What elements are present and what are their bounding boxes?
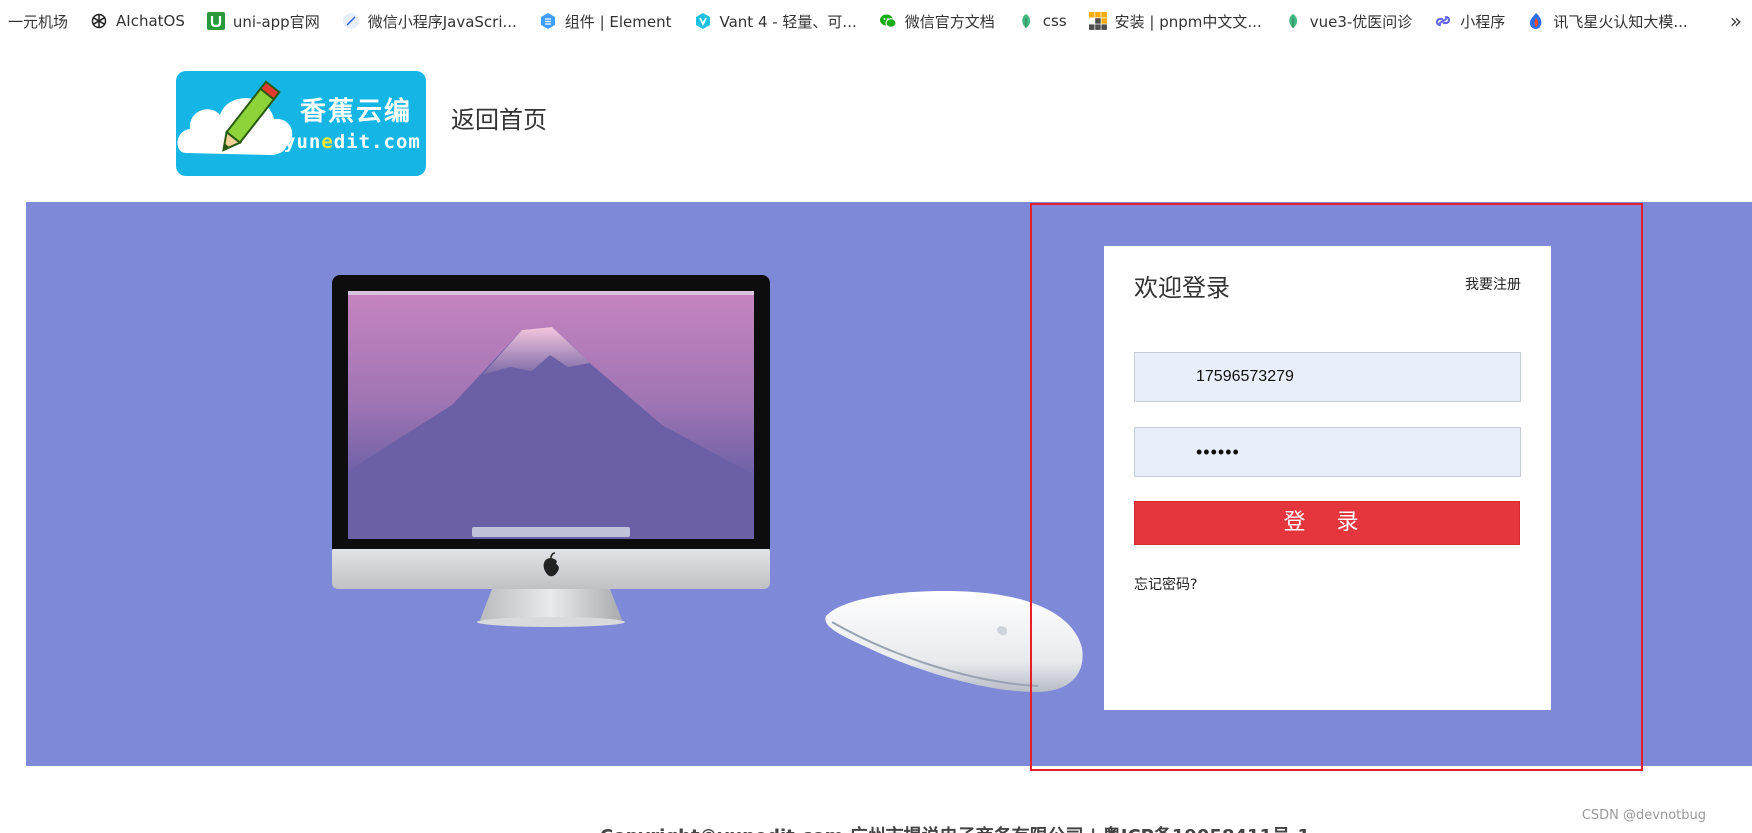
bookmark-label: css	[1042, 12, 1067, 30]
spark-icon	[1527, 12, 1545, 30]
imac-illustration	[332, 275, 770, 627]
bookmark-vant[interactable]: Vant 4 - 轻量、可...	[694, 0, 857, 42]
login-card: 欢迎登录 我要注册 17596573279 •••••• 登 录 忘记密码?	[1104, 246, 1551, 710]
bookmark-label: AIchatOS	[116, 12, 185, 30]
bookmark-label: 组件 | Element	[564, 12, 672, 31]
mouse-illustration	[825, 591, 1083, 692]
pnpm-icon	[1088, 12, 1107, 30]
forgot-password-link[interactable]: 忘记密码?	[1134, 574, 1197, 594]
site-header: 香蕉云编 yunedit.com 返回首页	[0, 42, 1752, 202]
site-logo[interactable]: 香蕉云编 yunedit.com	[176, 71, 426, 176]
bookmark-pnpm[interactable]: 安装 | pnpm中文文...	[1088, 0, 1262, 42]
password-field[interactable]: ••••••	[1134, 427, 1521, 477]
link-icon	[1434, 12, 1452, 30]
username-field[interactable]: 17596573279	[1134, 352, 1521, 402]
login-button[interactable]: 登 录	[1134, 501, 1520, 545]
bookmarks-overflow-button[interactable]: »	[1730, 0, 1742, 42]
bookmark-label: 安装 | pnpm中文文...	[1114, 12, 1262, 31]
username-value: 17596573279	[1196, 368, 1294, 385]
login-title: 欢迎登录	[1134, 274, 1230, 302]
bookmarks-bar: 一元机场 AIchatOS uni-app官网 微信小程序JavaScri...…	[0, 0, 1752, 42]
mouse-image	[824, 586, 1086, 698]
logo-url: yunedit.com	[284, 131, 421, 153]
element-icon	[539, 12, 557, 30]
register-link[interactable]: 我要注册	[1465, 274, 1521, 294]
logo-title: 香蕉云编	[300, 97, 413, 127]
bookmark-aichatos[interactable]: AIchatOS	[90, 0, 185, 42]
uniapp-icon	[206, 12, 225, 30]
bookmark-label: Vant 4 - 轻量、可...	[719, 12, 857, 31]
bookmark-label: 微信小程序JavaScri...	[367, 12, 517, 31]
bookmark-label: uni-app官网	[232, 12, 320, 31]
wechat-icon	[879, 12, 897, 30]
imac-image	[332, 275, 770, 630]
bookmark-wechat-docs[interactable]: 微信官方文档	[879, 0, 995, 42]
password-value: ••••••	[1196, 442, 1240, 462]
bookmark-label: 小程序	[1460, 12, 1506, 31]
bookmark-css[interactable]: css	[1017, 0, 1067, 42]
logo-url-highlight: e	[321, 131, 334, 153]
back-home-link[interactable]: 返回首页	[451, 100, 547, 135]
logo-url-part: yun	[284, 131, 322, 153]
bookmark-uniapp[interactable]: uni-app官网	[206, 0, 320, 42]
bookmark-wx-js[interactable]: 微信小程序JavaScri...	[342, 0, 517, 42]
vant-icon	[694, 12, 712, 30]
bookmark-element[interactable]: 组件 | Element	[539, 0, 672, 42]
bookmark-vue3[interactable]: vue3-优医问诊	[1284, 0, 1413, 42]
openai-icon	[90, 12, 108, 30]
leaf-icon	[1017, 12, 1035, 30]
leaf-icon	[1284, 12, 1302, 30]
compass-icon	[342, 12, 360, 30]
bookmark-xunfei[interactable]: 讯飞星火认知大模...	[1527, 0, 1688, 42]
page: 一元机场 AIchatOS uni-app官网 微信小程序JavaScri...…	[0, 0, 1752, 833]
bookmark-label: 一元机场	[8, 12, 69, 31]
bookmark-miniprogram[interactable]: 小程序	[1434, 0, 1505, 42]
bookmark-label: vue3-优医问诊	[1309, 12, 1413, 31]
csdn-watermark: CSDN @devnotbug	[1581, 808, 1706, 823]
footer-copyright: Copyright©yunedit.com 广州市提说电子商务有限公司 | 粤I…	[600, 822, 1310, 833]
bookmark-label: 讯飞星火认知大模...	[1553, 12, 1688, 31]
bookmark-label: 微信官方文档	[904, 12, 995, 31]
bookmark-yiyuan[interactable]: 一元机场	[8, 0, 68, 42]
logo-url-part: dit.com	[333, 131, 421, 153]
